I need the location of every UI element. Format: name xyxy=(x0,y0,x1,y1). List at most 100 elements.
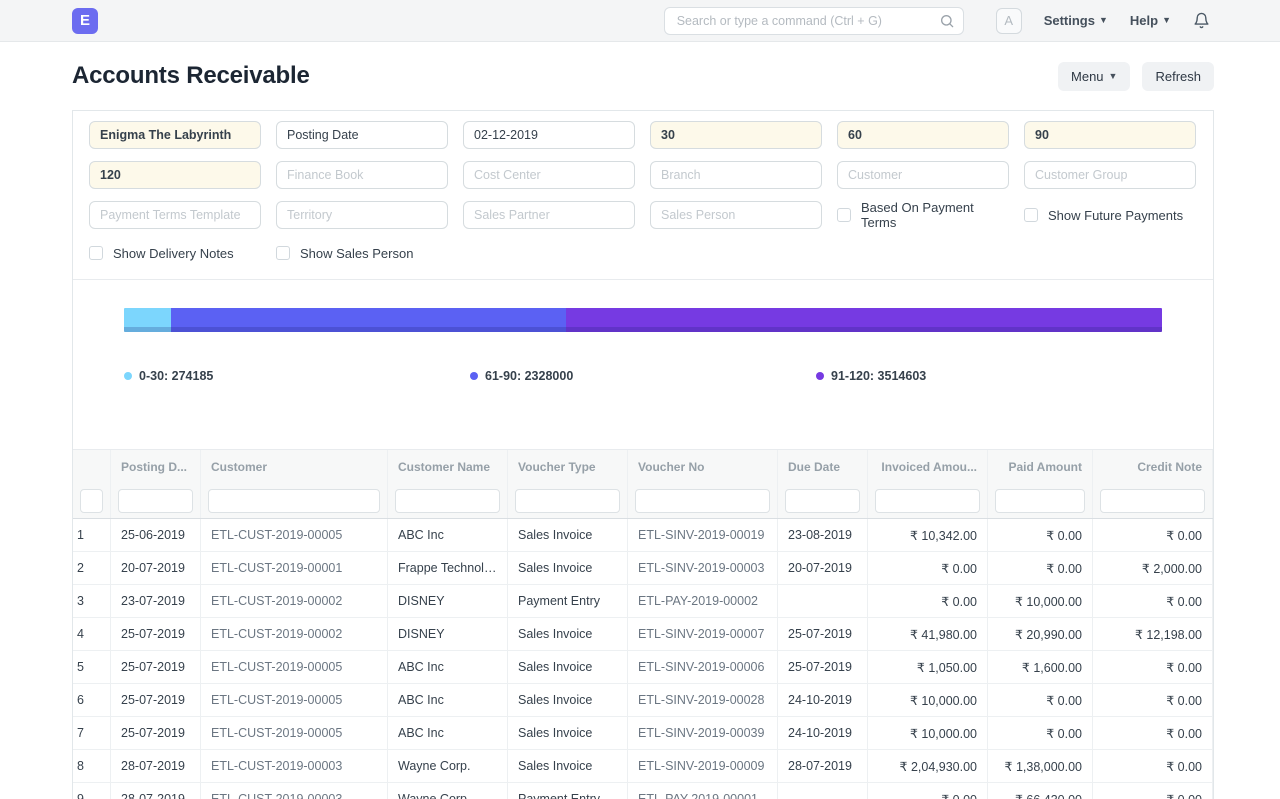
table-cell[interactable] xyxy=(778,783,868,799)
table-cell[interactable]: ₹ 10,000.00 xyxy=(988,585,1093,617)
table-cell[interactable]: ₹ 0.00 xyxy=(988,717,1093,749)
table-cell[interactable]: Payment Entry xyxy=(508,783,628,799)
table-cell[interactable]: ₹ 10,000.00 xyxy=(868,684,988,716)
table-cell[interactable]: ETL-SINV-2019-00028 xyxy=(628,684,778,716)
row-index-cell[interactable]: 7 xyxy=(73,717,111,749)
table-cell[interactable]: ETL-SINV-2019-00007 xyxy=(628,618,778,650)
table-cell[interactable]: ETL-CUST-2019-00005 xyxy=(201,684,388,716)
col-header-due-date[interactable]: Due Date xyxy=(778,450,868,483)
posting-date-column-filter-input[interactable] xyxy=(118,488,193,513)
table-cell[interactable]: 23-07-2019 xyxy=(111,585,201,617)
table-cell[interactable]: ₹ 0.00 xyxy=(988,684,1093,716)
table-cell[interactable]: 20-07-2019 xyxy=(778,552,868,584)
table-cell[interactable]: ETL-CUST-2019-00001 xyxy=(201,552,388,584)
row-index-cell[interactable]: 8 xyxy=(73,750,111,782)
paid-amount-column-filter-input[interactable] xyxy=(995,488,1085,513)
territory-filter[interactable] xyxy=(276,201,448,229)
table-cell[interactable]: ₹ 0.00 xyxy=(1093,684,1213,716)
row-index-cell[interactable]: 9 xyxy=(73,783,111,799)
table-cell[interactable]: ETL-CUST-2019-00005 xyxy=(201,519,388,551)
help-menu[interactable]: Help ▼ xyxy=(1130,13,1171,28)
cost-center-filter[interactable] xyxy=(463,161,635,189)
customer-column-filter-input[interactable] xyxy=(208,488,380,513)
table-cell[interactable]: ₹ 0.00 xyxy=(868,552,988,584)
table-cell[interactable]: ₹ 0.00 xyxy=(988,552,1093,584)
table-cell[interactable]: DISNEY xyxy=(388,618,508,650)
table-cell[interactable]: Sales Invoice xyxy=(508,519,628,551)
voucher-type-column-filter-input[interactable] xyxy=(515,488,620,513)
table-cell[interactable]: ABC Inc xyxy=(388,651,508,683)
table-cell[interactable]: ABC Inc xyxy=(388,519,508,551)
sales-person-filter[interactable] xyxy=(650,201,822,229)
table-cell[interactable]: ₹ 2,000.00 xyxy=(1093,552,1213,584)
table-cell[interactable]: ETL-CUST-2019-00005 xyxy=(201,651,388,683)
table-cell[interactable]: ₹ 0.00 xyxy=(1093,783,1213,799)
show-sales-person-checkbox[interactable] xyxy=(276,246,290,260)
table-cell[interactable]: Sales Invoice xyxy=(508,552,628,584)
table-cell[interactable]: Sales Invoice xyxy=(508,618,628,650)
col-header-voucher-type[interactable]: Voucher Type xyxy=(508,450,628,483)
row-index-cell[interactable]: 6 xyxy=(73,684,111,716)
table-cell[interactable]: ETL-CUST-2019-00002 xyxy=(201,585,388,617)
table-cell[interactable]: Frappe Technolo... xyxy=(388,552,508,584)
refresh-button[interactable]: Refresh xyxy=(1142,61,1214,91)
row-index-cell[interactable]: 3 xyxy=(73,585,111,617)
due-date-column-filter-input[interactable] xyxy=(785,488,860,513)
ageing-range-3-filter[interactable] xyxy=(1024,121,1196,149)
row-index-cell[interactable]: 5 xyxy=(73,651,111,683)
row-index-cell[interactable]: 2 xyxy=(73,552,111,584)
branch-filter[interactable] xyxy=(650,161,822,189)
table-cell[interactable]: ETL-PAY-2019-00001 xyxy=(628,783,778,799)
table-cell[interactable]: ₹ 20,990.00 xyxy=(988,618,1093,650)
table-cell[interactable]: Sales Invoice xyxy=(508,750,628,782)
table-cell[interactable]: 25-07-2019 xyxy=(111,717,201,749)
table-cell[interactable]: 25-07-2019 xyxy=(111,684,201,716)
app-logo[interactable]: E xyxy=(72,7,98,34)
table-cell[interactable]: ₹ 0.00 xyxy=(1093,717,1213,749)
invoiced-amount-column-filter-input[interactable] xyxy=(875,488,980,513)
finance-book-filter[interactable] xyxy=(276,161,448,189)
table-cell[interactable]: 25-07-2019 xyxy=(111,618,201,650)
table-cell[interactable]: 25-07-2019 xyxy=(111,651,201,683)
table-cell[interactable]: ETL-PAY-2019-00002 xyxy=(628,585,778,617)
table-cell[interactable]: ETL-SINV-2019-00009 xyxy=(628,750,778,782)
table-cell[interactable]: 23-08-2019 xyxy=(778,519,868,551)
table-cell[interactable]: ₹ 66,430.00 xyxy=(988,783,1093,799)
ageing-range-4-filter[interactable] xyxy=(89,161,261,189)
table-cell[interactable]: ₹ 41,980.00 xyxy=(868,618,988,650)
table-cell[interactable]: Payment Entry xyxy=(508,585,628,617)
table-cell[interactable]: ₹ 1,600.00 xyxy=(988,651,1093,683)
table-cell[interactable]: Sales Invoice xyxy=(508,717,628,749)
col-header-invoiced-amount[interactable]: Invoiced Amou... xyxy=(868,450,988,483)
table-cell[interactable]: ETL-CUST-2019-00003 xyxy=(201,750,388,782)
company-filter[interactable] xyxy=(89,121,261,149)
table-cell[interactable]: ₹ 0.00 xyxy=(868,585,988,617)
table-cell[interactable]: ETL-CUST-2019-00005 xyxy=(201,717,388,749)
table-cell[interactable]: 25-06-2019 xyxy=(111,519,201,551)
user-avatar[interactable]: A xyxy=(995,7,1022,34)
table-cell[interactable]: Sales Invoice xyxy=(508,684,628,716)
ageing-range-1-filter[interactable] xyxy=(650,121,822,149)
table-cell[interactable]: 24-10-2019 xyxy=(778,717,868,749)
table-cell[interactable]: Wayne Corp. xyxy=(388,783,508,799)
payment-terms-template-filter[interactable] xyxy=(89,201,261,229)
based-on-payment-terms-checkbox[interactable] xyxy=(837,208,851,222)
table-cell[interactable]: ₹ 0.00 xyxy=(1093,651,1213,683)
credit-note-column-filter-input[interactable] xyxy=(1100,488,1205,513)
table-cell[interactable]: ETL-SINV-2019-00019 xyxy=(628,519,778,551)
table-cell[interactable]: Sales Invoice xyxy=(508,651,628,683)
report-date-filter[interactable] xyxy=(463,121,635,149)
notifications-bell-icon[interactable] xyxy=(1193,12,1210,29)
row-index-cell[interactable]: 4 xyxy=(73,618,111,650)
table-cell[interactable]: 24-10-2019 xyxy=(778,684,868,716)
table-cell[interactable]: ₹ 2,04,930.00 xyxy=(868,750,988,782)
menu-button[interactable]: Menu ▼ xyxy=(1058,61,1131,91)
customer-group-filter[interactable] xyxy=(1024,161,1196,189)
sales-partner-filter[interactable] xyxy=(463,201,635,229)
table-cell[interactable]: ₹ 0.00 xyxy=(988,519,1093,551)
table-cell[interactable]: ₹ 10,000.00 xyxy=(868,717,988,749)
customer-filter[interactable] xyxy=(837,161,1009,189)
voucher-no-column-filter-input[interactable] xyxy=(635,488,770,513)
table-cell[interactable]: ETL-SINV-2019-00039 xyxy=(628,717,778,749)
ageing-range-2-filter[interactable] xyxy=(837,121,1009,149)
